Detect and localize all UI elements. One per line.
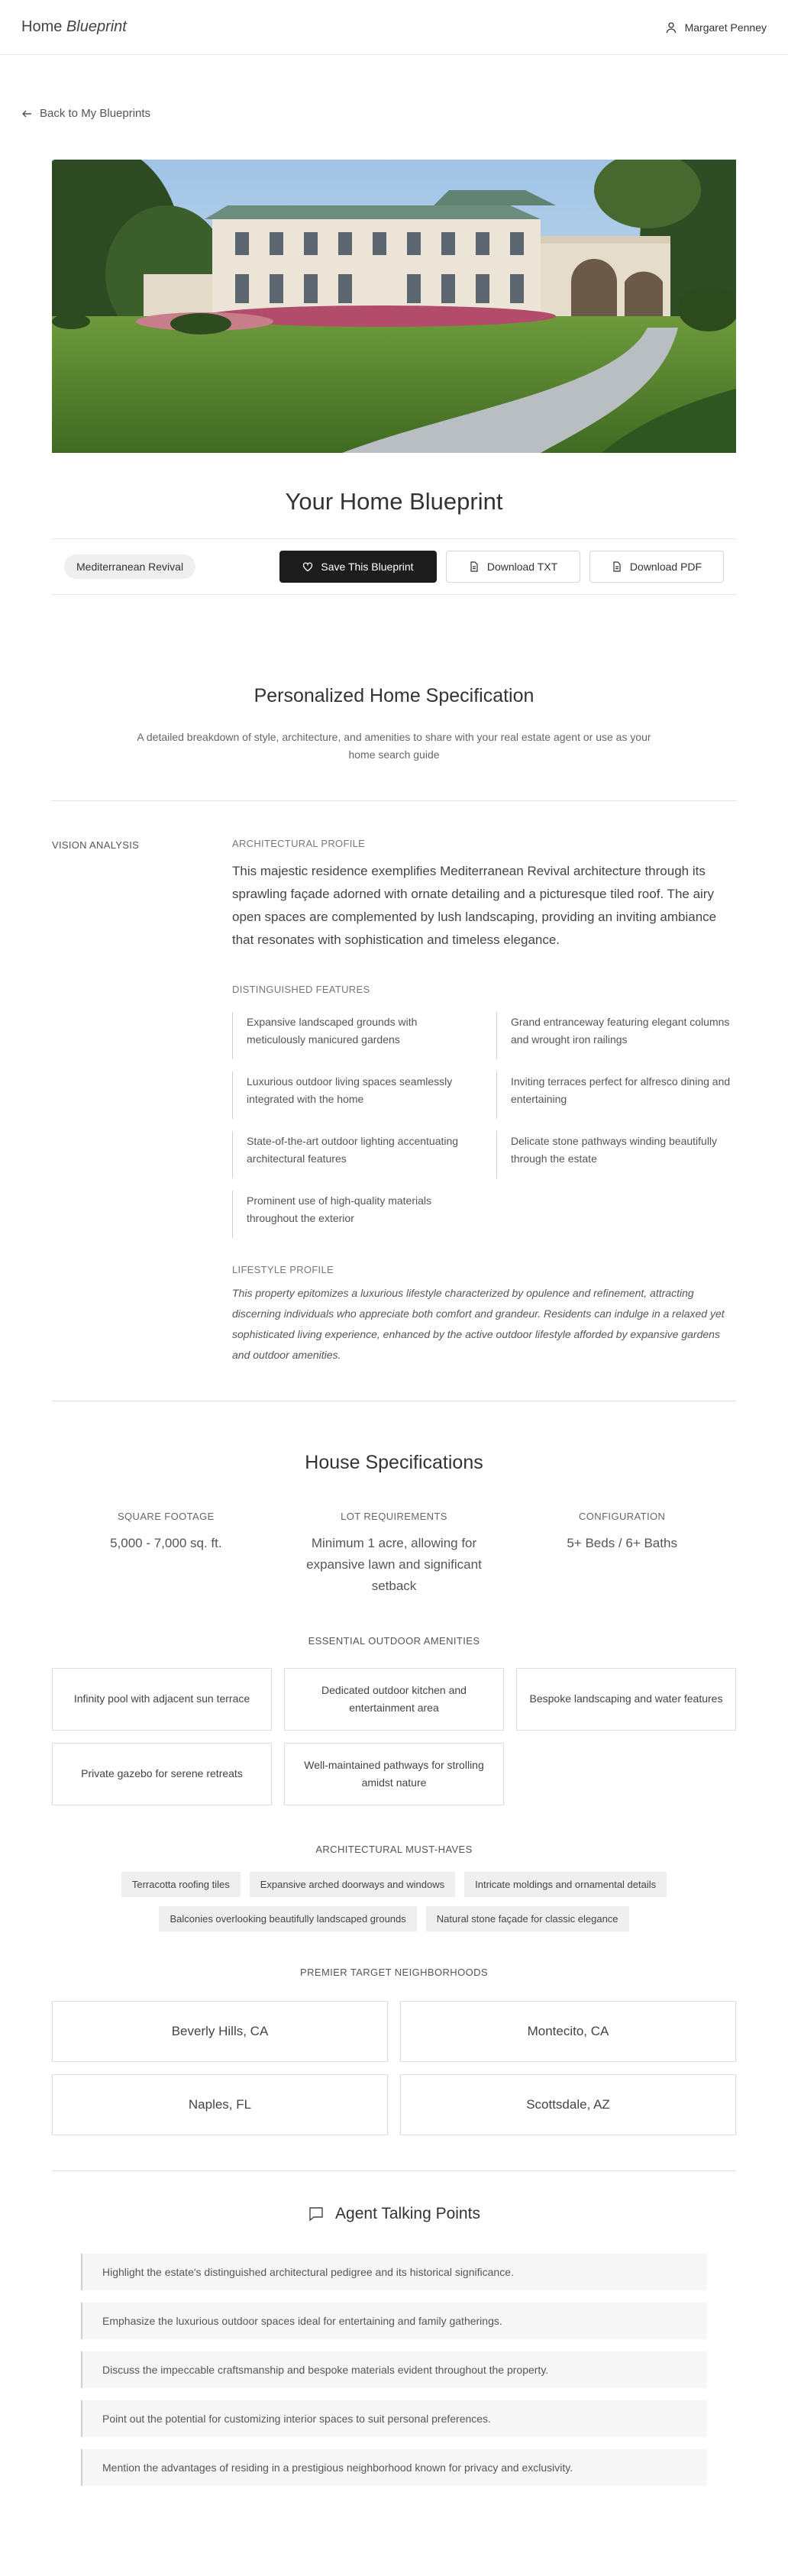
user-menu[interactable]: Margaret Penney: [665, 21, 767, 34]
user-icon: [666, 21, 676, 33]
user-name: Margaret Penney: [684, 21, 767, 34]
vision-analysis-body: ARCHITECTURAL PROFILE This majestic resi…: [232, 838, 736, 1366]
feature-item: Inviting terraces perfect for alfresco d…: [496, 1071, 736, 1119]
talking-point: Discuss the impeccable craftsmanship and…: [81, 2351, 707, 2388]
specification-title: Personalized Home Specification: [254, 684, 534, 706]
must-haves-title: ARCHITECTURAL MUST-HAVES: [315, 1843, 473, 1855]
amenities-grid: Infinity pool with adjacent sun terrace …: [52, 1667, 736, 1805]
spec-lot-requirements: LOT REQUIREMENTS Minimum 1 acre, allowin…: [280, 1511, 509, 1597]
architectural-profile-text: This majestic residence exemplifies Medi…: [232, 863, 717, 947]
save-blueprint-label: Save This Blueprint: [321, 560, 414, 573]
spec-label: CONFIGURATION: [579, 1510, 666, 1522]
talking-point: Mention the advantages of residing in a …: [81, 2448, 707, 2486]
agent-talking-points-header: Agent Talking Points: [52, 2205, 736, 2223]
chat-icon: [309, 2206, 323, 2221]
must-have-chip: Natural stone façade for classic eleganc…: [425, 1905, 629, 1931]
section-divider: [52, 2170, 736, 2171]
architectural-profile-title: ARCHITECTURAL PROFILE: [232, 837, 366, 849]
spec-configuration: CONFIGURATION 5+ Beds / 6+ Baths: [508, 1511, 736, 1597]
specification-subtitle: A detailed breakdown of style, architect…: [137, 730, 651, 761]
hero-image: [52, 159, 736, 453]
brand-text-plain: Home: [21, 18, 63, 35]
talking-point: Point out the potential for customizing …: [81, 2400, 707, 2437]
save-blueprint-button[interactable]: Save This Blueprint: [279, 550, 437, 583]
house-specifications-title: House Specifications: [305, 1451, 483, 1473]
must-have-chip: Expansive arched doorways and windows: [249, 1871, 456, 1897]
amenity-card: Bespoke landscaping and water features: [516, 1667, 736, 1731]
back-link[interactable]: Back to My Blueprints: [21, 107, 150, 120]
back-link-label: Back to My Blueprints: [40, 107, 151, 120]
must-have-chip: Intricate moldings and ornamental detail…: [464, 1871, 667, 1897]
must-have-chip: Terracotta roofing tiles: [121, 1871, 241, 1897]
feature-item: State-of-the-art outdoor lighting accent…: [232, 1130, 472, 1178]
spec-label: LOT REQUIREMENTS: [341, 1510, 447, 1522]
brand-logo[interactable]: Home Blueprint: [21, 18, 127, 36]
heart-icon: [303, 562, 313, 571]
neighborhood-card[interactable]: Beverly Hills, CA: [52, 2000, 388, 2062]
spec-square-footage: SQUARE FOOTAGE 5,000 - 7,000 sq. ft.: [52, 1511, 280, 1597]
distinguished-features-title: DISTINGUISHED FEATURES: [232, 983, 370, 995]
amenity-card: Well-maintained pathways for strolling a…: [284, 1742, 504, 1805]
spec-value: Minimum 1 acre, allowing for expansive l…: [306, 1535, 482, 1593]
neighborhoods-grid: Beverly Hills, CA Montecito, CA Naples, …: [52, 2000, 736, 2135]
vision-analysis-section: VISION ANALYSIS ARCHITECTURAL PROFILE Th…: [52, 800, 736, 1366]
must-haves-list: Terracotta roofing tiles Expansive arche…: [52, 1871, 736, 1931]
lifestyle-profile-title: LIFESTYLE PROFILE: [232, 1263, 334, 1275]
feature-item: Delicate stone pathways winding beautifu…: [496, 1130, 736, 1178]
style-tag: Mediterranean Revival: [64, 554, 196, 579]
amenity-card: Infinity pool with adjacent sun terrace: [52, 1667, 272, 1731]
amenities-title: ESSENTIAL OUTDOOR AMENITIES: [308, 1634, 480, 1647]
feature-item: Prominent use of high-quality materials …: [232, 1190, 472, 1238]
talking-points-list: Highlight the estate's distinguished arc…: [81, 2253, 707, 2486]
action-buttons: Save This Blueprint Download TXT Downloa…: [279, 550, 724, 583]
page-title: Your Home Blueprint: [285, 487, 503, 515]
action-bar: Mediterranean Revival Save This Blueprin…: [52, 538, 736, 595]
vision-analysis-label: VISION ANALYSIS: [52, 839, 140, 851]
spec-label: SQUARE FOOTAGE: [117, 1510, 215, 1522]
amenity-card: Dedicated outdoor kitchen and entertainm…: [284, 1667, 504, 1731]
lifestyle-profile-text: This property epitomizes a luxurious lif…: [232, 1286, 725, 1361]
neighborhood-card[interactable]: Naples, FL: [52, 2073, 388, 2135]
agent-talking-points-title: Agent Talking Points: [335, 2204, 480, 2222]
house-specs-row: SQUARE FOOTAGE 5,000 - 7,000 sq. ft. LOT…: [52, 1511, 736, 1597]
download-txt-button[interactable]: Download TXT: [446, 550, 580, 583]
feature-item: Luxurious outdoor living spaces seamless…: [232, 1071, 472, 1119]
neighborhoods-title: PREMIER TARGET NEIGHBORHOODS: [300, 1966, 488, 1978]
talking-point: Emphasize the luxurious outdoor spaces i…: [81, 2302, 707, 2339]
neighborhood-card[interactable]: Montecito, CA: [400, 2000, 736, 2062]
top-bar: Home Blueprint Margaret Penney: [0, 0, 788, 55]
neighborhood-card[interactable]: Scottsdale, AZ: [400, 2073, 736, 2135]
feature-item: Grand entranceway featuring elegant colu…: [496, 1011, 736, 1059]
mansion-photo: [52, 159, 736, 453]
download-pdf-label: Download PDF: [629, 560, 702, 573]
spec-value: 5+ Beds / 6+ Baths: [567, 1535, 677, 1550]
arrow-left-icon: [22, 110, 31, 117]
download-pdf-button[interactable]: Download PDF: [589, 550, 724, 583]
amenity-card: Private gazebo for serene retreats: [52, 1742, 272, 1805]
feature-item: Expansive landscaped grounds with meticu…: [232, 1011, 472, 1059]
document-icon: [613, 561, 621, 572]
brand-text-italic: Blueprint: [66, 18, 127, 35]
features-list: Expansive landscaped grounds with meticu…: [232, 1011, 736, 1238]
must-have-chip: Balconies overlooking beautifully landsc…: [159, 1905, 417, 1931]
download-txt-label: Download TXT: [486, 560, 558, 573]
document-icon: [470, 561, 478, 572]
talking-point: Highlight the estate's distinguished arc…: [81, 2253, 707, 2290]
spec-value: 5,000 - 7,000 sq. ft.: [110, 1535, 222, 1550]
